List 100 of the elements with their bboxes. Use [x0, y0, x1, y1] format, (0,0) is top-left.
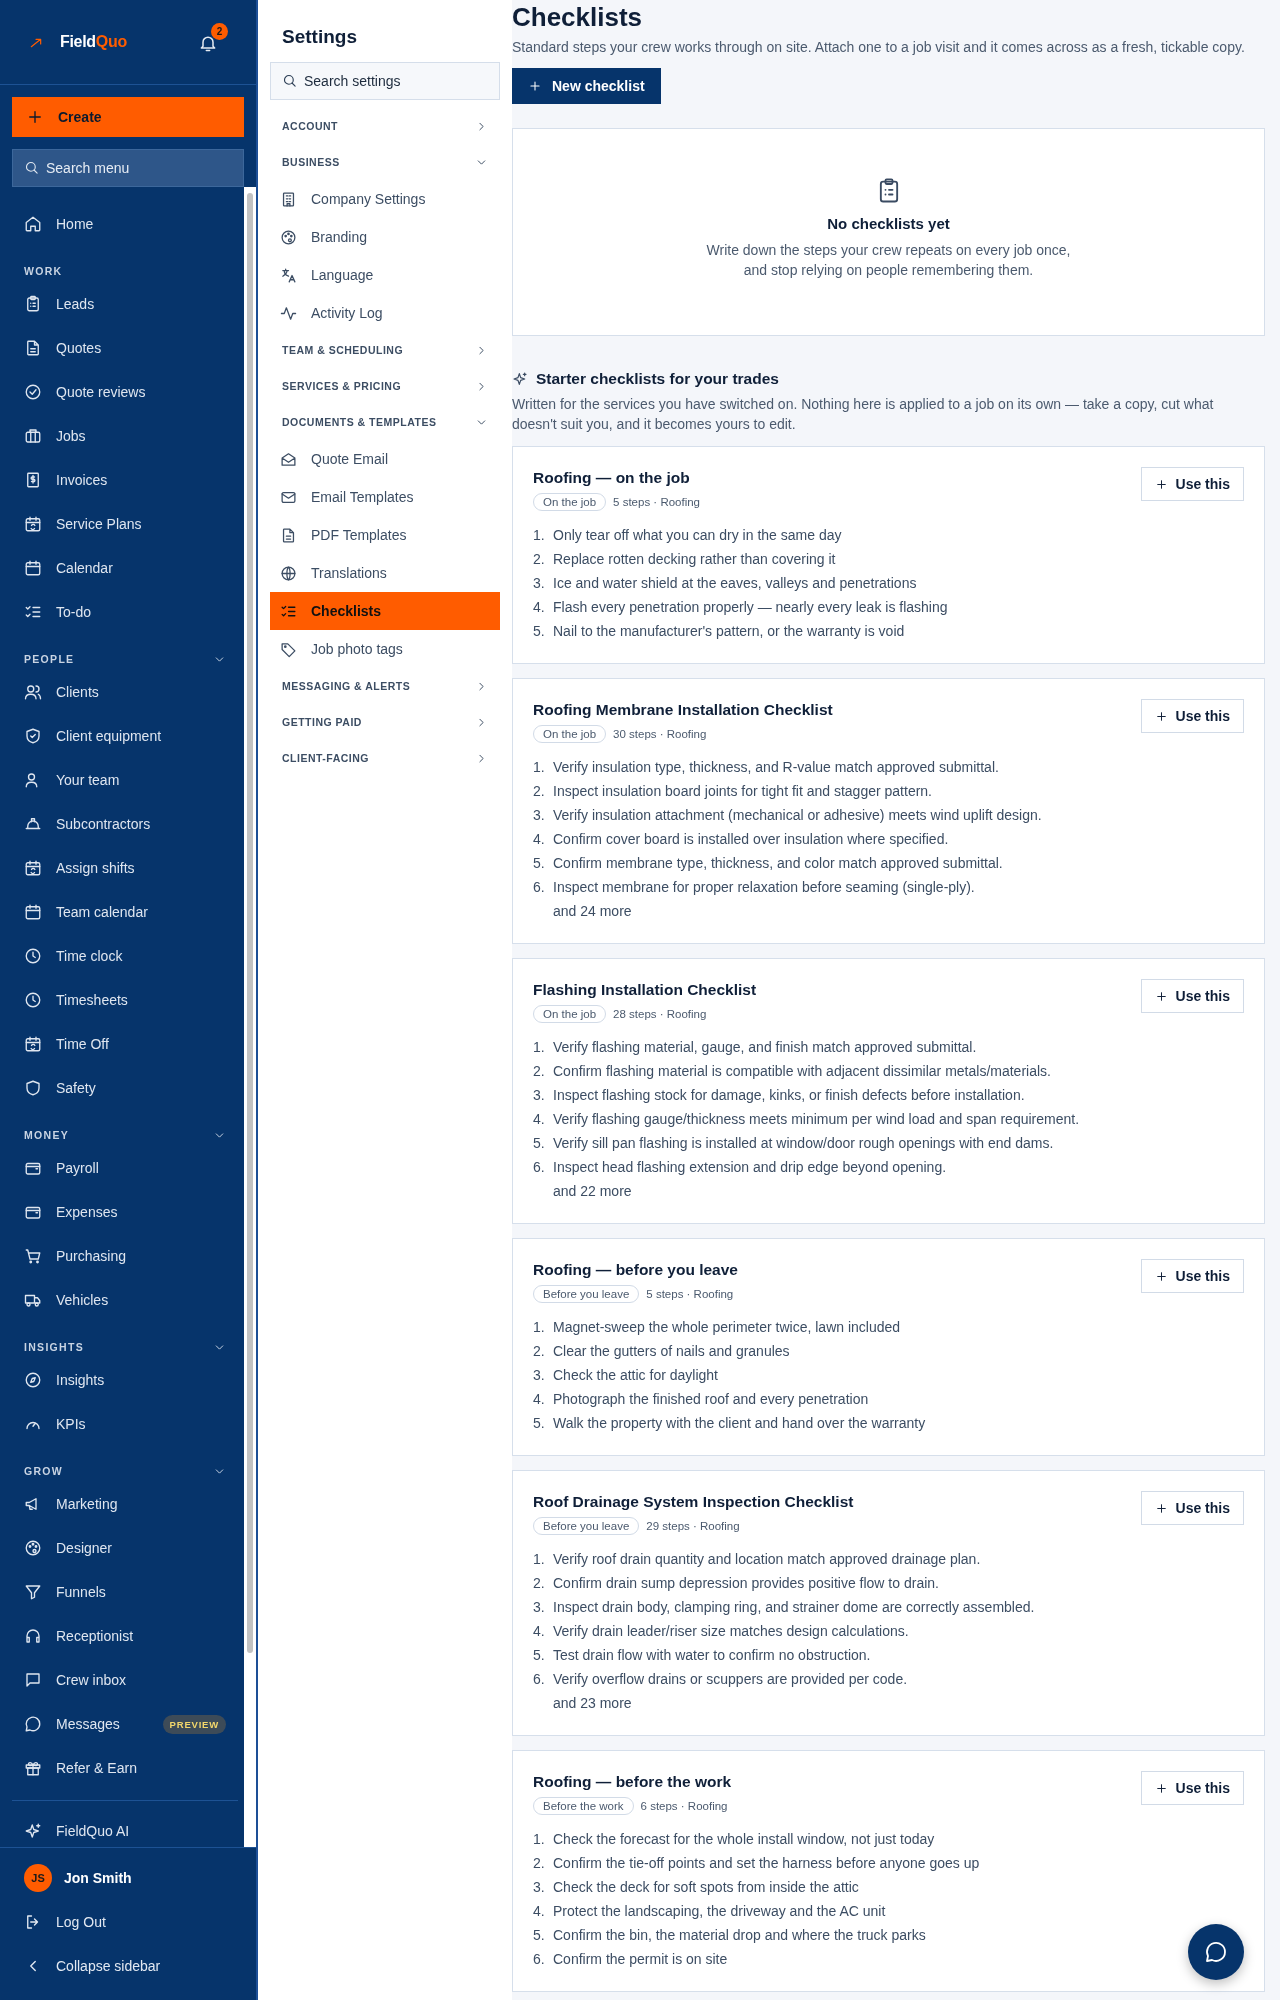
clock-icon: [24, 947, 42, 965]
logo-wordmark: FieldQuo: [60, 33, 127, 51]
step-text: Verify roof drain quantity and location match approved drainage plan.: [553, 1551, 981, 1567]
nav-item[interactable]: To-do: [12, 590, 238, 634]
settings-group-heading[interactable]: TEAM & SCHEDULING: [270, 332, 500, 368]
step-number: 3.: [533, 1367, 545, 1383]
nav-item[interactable]: Safety: [12, 1066, 238, 1110]
nav-item[interactable]: Invoices: [12, 458, 238, 502]
notifications-button[interactable]: 2: [198, 23, 228, 53]
nav-item[interactable]: Home: [12, 202, 238, 246]
use-this-button[interactable]: Use this: [1140, 1771, 1244, 1805]
step-text: Only tear off what you can dry in the same day: [553, 527, 842, 543]
nav-item[interactable]: Leads: [12, 282, 238, 326]
step-text: Confirm cover board is installed over insulation where specified.: [553, 831, 949, 847]
step-number: 4.: [533, 599, 545, 615]
settings-group-heading[interactable]: SERVICES & PRICING: [270, 368, 500, 404]
section-heading: WORK: [24, 265, 63, 277]
nav-item[interactable]: Designer: [12, 1526, 238, 1570]
use-this-button[interactable]: Use this: [1140, 467, 1244, 501]
step-text: Verify flashing material, gauge, and finish match approved submittal.: [553, 1039, 977, 1055]
plus-icon: [528, 79, 542, 93]
notification-count-badge: 2: [211, 23, 228, 40]
nav-item[interactable]: Insights: [12, 1358, 238, 1402]
new-checklist-button[interactable]: New checklist: [512, 68, 661, 104]
step-number: 2.: [533, 1855, 545, 1871]
plus-icon: [1154, 1501, 1168, 1515]
compass-icon: [24, 1371, 42, 1389]
nav-item[interactable]: Payroll: [12, 1146, 238, 1190]
step-text: Verify sill pan flashing is installed at window/door rough openings with end dams.: [553, 1135, 1054, 1151]
settings-item[interactable]: Branding: [270, 218, 500, 256]
settings-group-heading[interactable]: DOCUMENTS & TEMPLATES: [270, 404, 500, 440]
step-number: 2.: [533, 1343, 545, 1359]
nav-item[interactable]: Receptionist: [12, 1614, 238, 1658]
use-this-button[interactable]: Use this: [1140, 699, 1244, 733]
nav-item[interactable]: Refer & Earn: [12, 1746, 238, 1790]
nav-item[interactable]: KPIs: [12, 1402, 238, 1446]
translate-icon: [280, 266, 297, 284]
nav-item[interactable]: Quotes: [12, 326, 238, 370]
settings-group-heading[interactable]: BUSINESS: [270, 144, 500, 180]
settings-group-heading[interactable]: MESSAGING & ALERTS: [270, 668, 500, 704]
logout-link[interactable]: Log Out: [12, 1900, 244, 1944]
receipt-icon: [24, 471, 42, 489]
nav-item[interactable]: Timesheets: [12, 978, 238, 1022]
settings-item[interactable]: Language: [270, 256, 500, 294]
settings-item[interactable]: PDF Templates: [270, 516, 500, 554]
use-this-button[interactable]: Use this: [1140, 979, 1244, 1013]
nav-item[interactable]: Jobs: [12, 414, 238, 458]
settings-item[interactable]: Email Templates: [270, 478, 500, 516]
settings-item[interactable]: Translations: [270, 554, 500, 592]
user-menu[interactable]: JS Jon Smith: [12, 1856, 244, 1900]
step-number: 2.: [533, 1575, 545, 1591]
nav-item[interactable]: Your team: [12, 758, 238, 802]
nav-item[interactable]: Purchasing: [12, 1234, 238, 1278]
nav-item[interactable]: Client equipment: [12, 714, 238, 758]
collapse-sidebar-link[interactable]: Collapse sidebar: [12, 1944, 244, 1988]
section-heading: MONEY: [24, 1129, 69, 1141]
document-icon: [280, 526, 297, 544]
step-number: 5.: [533, 1135, 545, 1151]
nav-item[interactable]: Messages PREVIEW: [12, 1702, 238, 1746]
nav-item[interactable]: Assign shifts: [12, 846, 238, 890]
settings-group-heading[interactable]: CLIENT-FACING: [270, 740, 500, 776]
settings-group-heading[interactable]: ACCOUNT: [270, 108, 500, 144]
nav-item[interactable]: Vehicles: [12, 1278, 238, 1322]
step-text: Check the deck for soft spots from inside the attic: [553, 1879, 859, 1895]
checklist-meta: 5 steps · Roofing: [646, 1288, 734, 1300]
nav-item[interactable]: Marketing: [12, 1482, 238, 1526]
plus-icon: [1154, 477, 1168, 491]
nav-item[interactable]: Calendar: [12, 546, 238, 590]
nav-item[interactable]: Service Plans: [12, 502, 238, 546]
step-number: 6.: [533, 1671, 545, 1687]
empty-state-title: No checklists yet: [827, 215, 950, 232]
nav-item[interactable]: Expenses: [12, 1190, 238, 1234]
nav-item[interactable]: Time clock: [12, 934, 238, 978]
settings-item[interactable]: Activity Log: [270, 294, 500, 332]
nav-item[interactable]: Crew inbox: [12, 1658, 238, 1702]
nav-item[interactable]: Subcontractors: [12, 802, 238, 846]
empty-state-text: Write down the steps your crew repeats on every job once, and stop relying on people remembering them.: [705, 241, 1072, 280]
create-button[interactable]: Create: [12, 97, 244, 137]
use-this-button[interactable]: Use this: [1140, 1259, 1244, 1293]
search-menu-field[interactable]: Search menu: [12, 149, 244, 187]
settings-item[interactable]: Job photo tags: [270, 630, 500, 668]
settings-item[interactable]: Quote Email: [270, 440, 500, 478]
settings-item[interactable]: Company Settings: [270, 180, 500, 218]
calendar-icon: [24, 559, 42, 577]
scrollbar[interactable]: [244, 187, 256, 1847]
nav-item[interactable]: Funnels: [12, 1570, 238, 1614]
step-text: Check the attic for daylight: [553, 1367, 718, 1383]
step-number: 5.: [533, 1647, 545, 1663]
nav-item[interactable]: Team calendar: [12, 890, 238, 934]
nav-item[interactable]: Quote reviews: [12, 370, 238, 414]
use-this-button[interactable]: Use this: [1140, 1491, 1244, 1525]
nav-item[interactable]: Clients: [12, 670, 238, 714]
step-text: Confirm membrane type, thickness, and color match approved submittal.: [553, 855, 1003, 871]
settings-item[interactable]: Checklists: [270, 592, 500, 630]
settings-group-heading[interactable]: GETTING PAID: [270, 704, 500, 740]
search-settings-field[interactable]: Search settings: [270, 62, 500, 100]
chat-bubble-icon: [1204, 1940, 1228, 1964]
nav-item[interactable]: FieldQuo AI: [12, 1809, 238, 1847]
step-number: 3.: [533, 1599, 545, 1615]
nav-item[interactable]: Time Off: [12, 1022, 238, 1066]
